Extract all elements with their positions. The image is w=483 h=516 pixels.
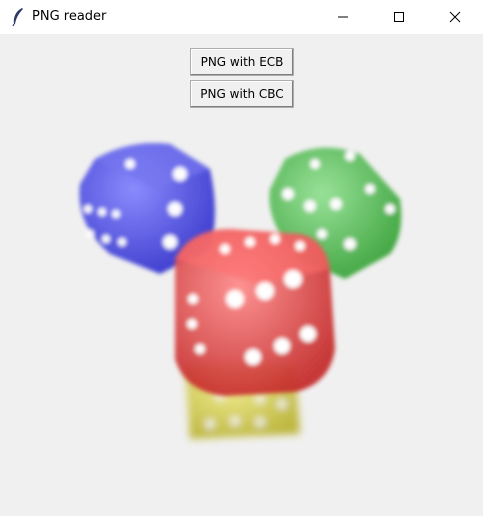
dice-image	[79, 143, 402, 439]
window-title: PNG reader	[32, 9, 107, 24]
close-icon	[449, 11, 461, 23]
red-die	[175, 229, 335, 396]
maximize-icon	[394, 12, 404, 22]
close-button[interactable]	[432, 0, 478, 34]
maximize-button[interactable]	[376, 0, 422, 34]
png-cbc-button[interactable]: PNG with CBC	[190, 80, 294, 108]
minimize-button[interactable]	[320, 0, 366, 34]
png-ecb-button[interactable]: PNG with ECB	[190, 48, 294, 76]
minimize-icon	[338, 16, 348, 18]
main-content: PNG with ECB PNG with CBC	[0, 34, 483, 516]
title-bar: PNG reader	[0, 0, 483, 34]
feather-icon	[12, 8, 23, 27]
